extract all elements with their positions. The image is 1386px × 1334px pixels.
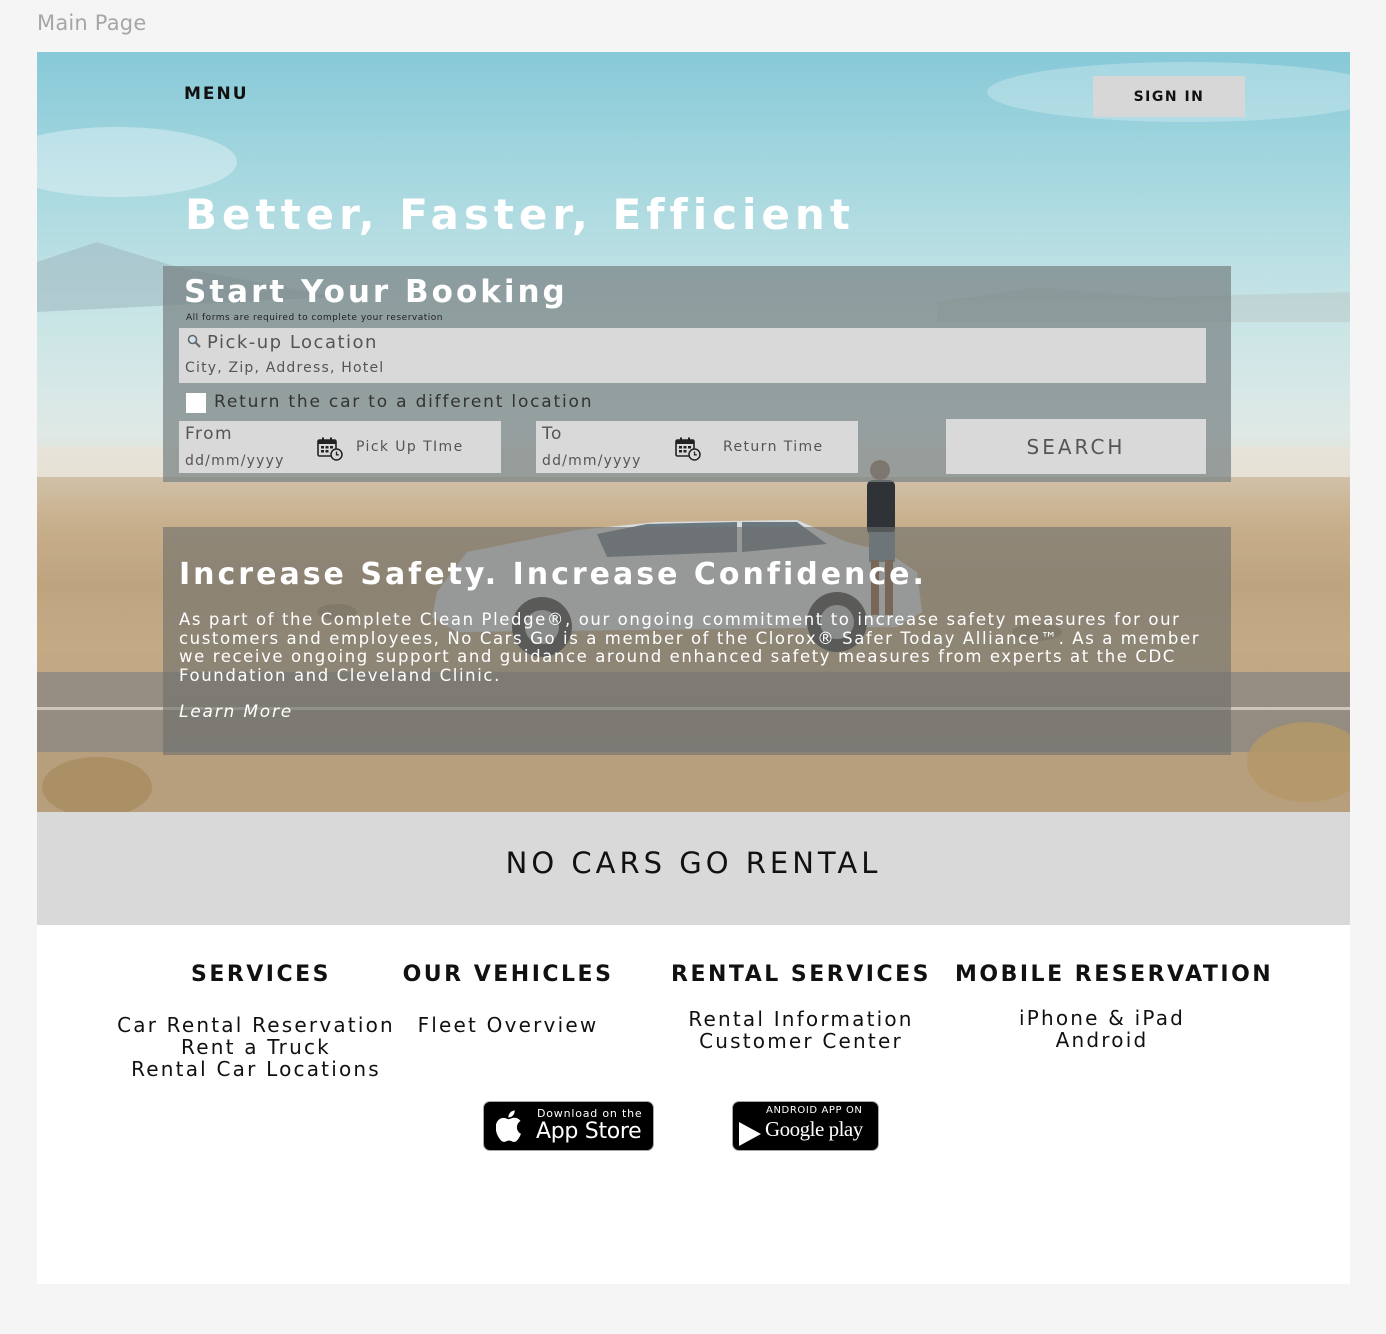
sign-in-button[interactable]: SIGN IN bbox=[1093, 76, 1245, 117]
apple-logo-icon bbox=[496, 1110, 521, 1142]
footer-link-fleet-overview[interactable]: Fleet Overview bbox=[402, 1014, 614, 1036]
footer-heading: OUR VEHICLES bbox=[402, 962, 614, 987]
brand-name: NO CARS GO RENTAL bbox=[505, 846, 882, 880]
google-play-small-label: ANDROID APP ON bbox=[766, 1105, 863, 1116]
footer-heading: MOBILE RESERVATION bbox=[955, 962, 1274, 987]
footer-link-iphone-ipad[interactable]: iPhone & iPad bbox=[955, 1007, 1249, 1029]
google-play-icon bbox=[739, 1122, 761, 1146]
footer-mobile-reservation: MOBILE RESERVATION iPhone & iPad Android bbox=[955, 962, 1274, 1051]
footer-link-rental-car-locations[interactable]: Rental Car Locations bbox=[100, 1058, 412, 1080]
to-label: To bbox=[542, 424, 563, 444]
brand-band: NO CARS GO RENTAL bbox=[37, 812, 1350, 925]
safety-title: Increase Safety. Increase Confidence. bbox=[179, 557, 927, 592]
booking-note: All forms are required to complete your … bbox=[186, 313, 443, 323]
footer-heading: SERVICES bbox=[190, 962, 332, 987]
booking-panel: Start Your Booking All forms are require… bbox=[163, 266, 1231, 482]
safety-body: As part of the Complete Clean Pledge®, o… bbox=[179, 610, 1201, 685]
footer-link-rental-information[interactable]: Rental Information bbox=[670, 1008, 932, 1030]
hero-headline: Better, Faster, Efficient bbox=[185, 190, 855, 239]
main-page: MENU SIGN IN Better, Faster, Efficient S… bbox=[37, 52, 1350, 1284]
footer-link-rent-a-truck[interactable]: Rent a Truck bbox=[100, 1036, 412, 1058]
to-date-input[interactable] bbox=[542, 451, 662, 471]
safety-panel: Increase Safety. Increase Confidence. As… bbox=[163, 527, 1231, 755]
footer-services: SERVICES Car Rental Reservation Rent a T… bbox=[100, 962, 412, 1080]
pickup-location-field[interactable]: Pick-up Location bbox=[179, 328, 1206, 383]
different-location-label: Return the car to a different location bbox=[214, 392, 594, 412]
footer-heading: RENTAL SERVICES bbox=[671, 962, 931, 987]
from-date-input[interactable] bbox=[185, 451, 305, 471]
footer-rental-services: RENTAL SERVICES Rental Information Custo… bbox=[670, 962, 932, 1052]
footer-vehicles: OUR VEHICLES Fleet Overview bbox=[402, 962, 614, 1036]
from-label: From bbox=[185, 424, 234, 444]
frame-label: Main Page bbox=[37, 11, 147, 35]
google-play-badge[interactable]: ANDROID APP ON Google play bbox=[732, 1101, 879, 1151]
app-store-big-label: App Store bbox=[536, 1119, 642, 1144]
booking-title: Start Your Booking bbox=[184, 274, 568, 310]
menu-button[interactable]: MENU bbox=[184, 84, 249, 104]
hero-section: MENU SIGN IN Better, Faster, Efficient S… bbox=[37, 52, 1350, 812]
return-date-field[interactable]: To Return Time bbox=[536, 421, 858, 473]
google-play-big-label: Google play bbox=[765, 1117, 863, 1141]
magnifier-icon bbox=[187, 334, 201, 352]
pickup-date-field[interactable]: From Pick Up TIme bbox=[179, 421, 501, 473]
app-store-badge[interactable]: Download on the App Store bbox=[483, 1101, 654, 1151]
pickup-time-select[interactable]: Pick Up TIme bbox=[356, 439, 464, 455]
learn-more-link[interactable]: Learn More bbox=[179, 702, 293, 722]
footer-link-car-rental-reservation[interactable]: Car Rental Reservation bbox=[100, 1014, 412, 1036]
different-location-checkbox[interactable] bbox=[186, 393, 206, 413]
pickup-location-input[interactable] bbox=[185, 358, 585, 378]
footer-link-customer-center[interactable]: Customer Center bbox=[670, 1030, 932, 1052]
footer-link-android[interactable]: Android bbox=[955, 1029, 1249, 1051]
return-time-select[interactable]: Return Time bbox=[723, 439, 824, 455]
calendar-clock-icon[interactable] bbox=[675, 437, 701, 461]
pickup-location-label: Pick-up Location bbox=[207, 332, 378, 353]
search-button[interactable]: SEARCH bbox=[946, 419, 1206, 474]
calendar-clock-icon[interactable] bbox=[317, 437, 343, 461]
